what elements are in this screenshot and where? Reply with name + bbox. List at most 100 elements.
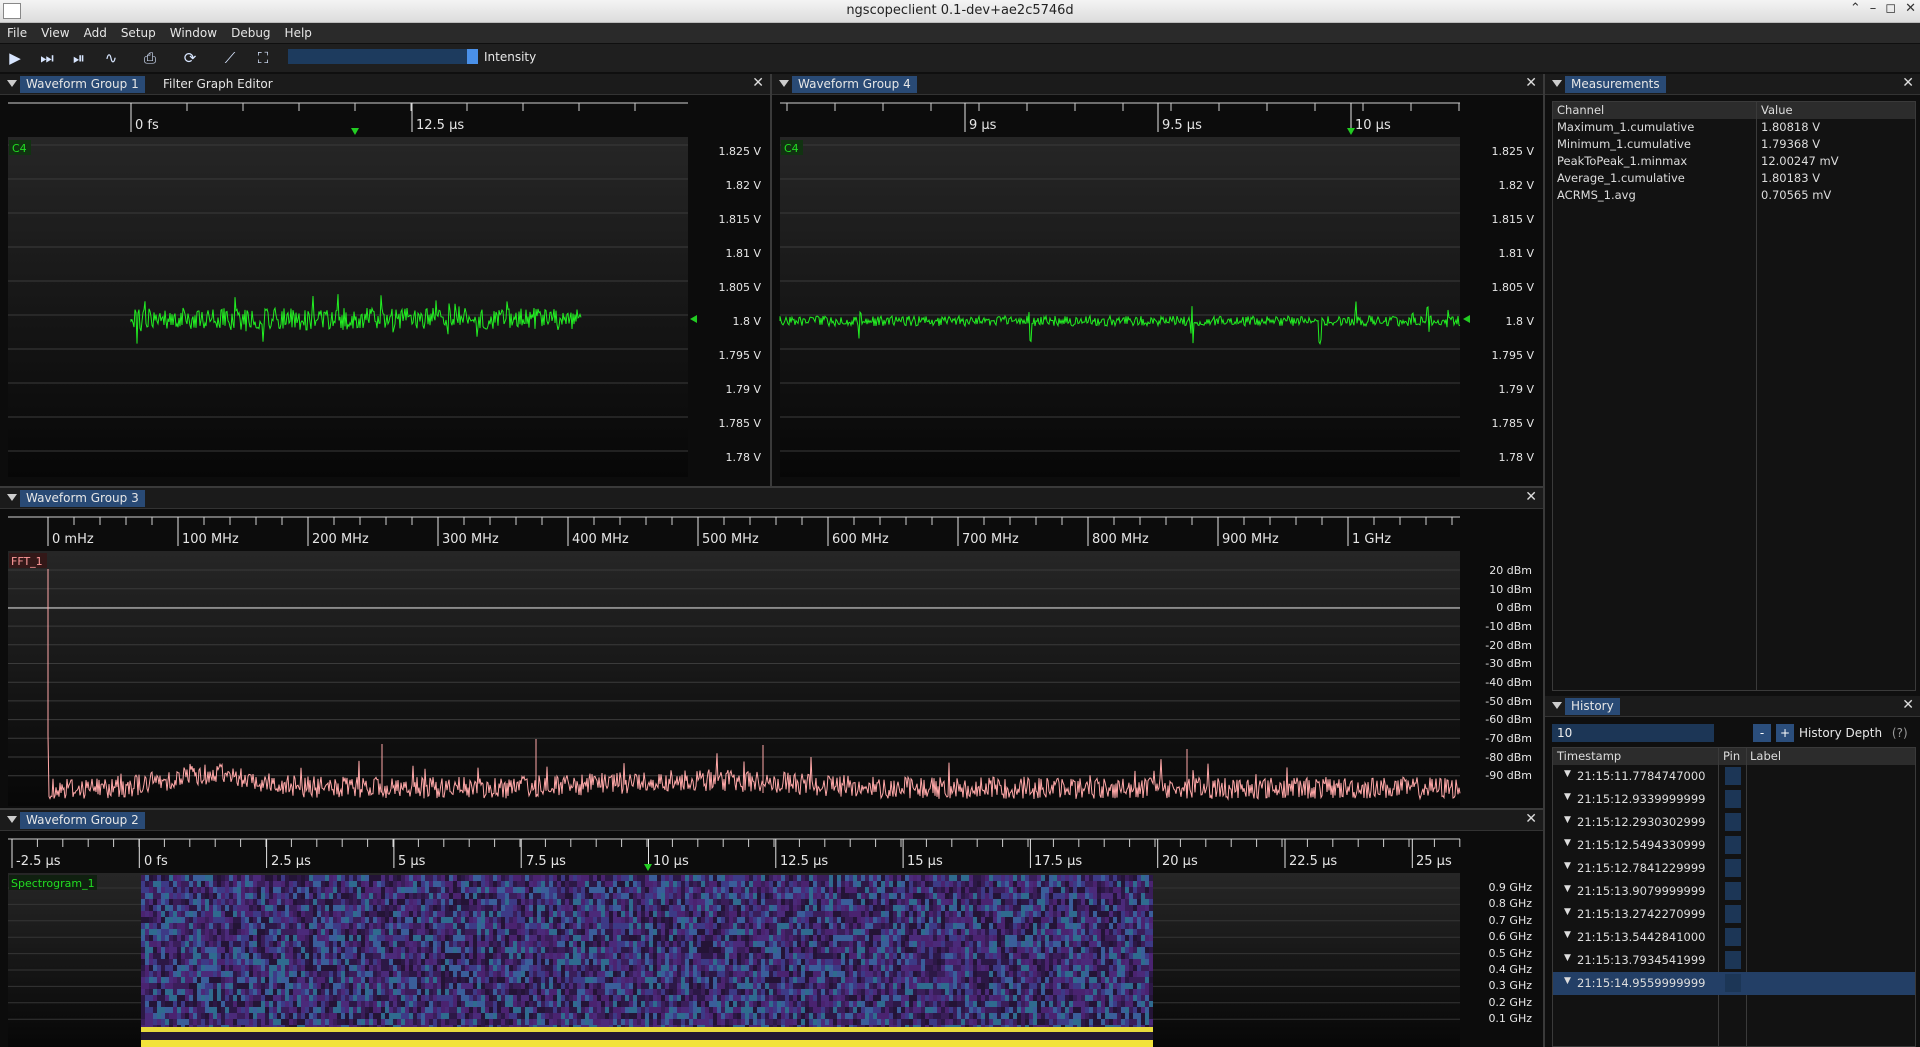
offset-marker-icon[interactable] [1463, 315, 1470, 323]
table-row[interactable]: ACRMS_1.avg 0.70565 mV [1553, 187, 1915, 204]
expand-arrow-icon[interactable]: ▼ [1564, 792, 1571, 802]
collapse-icon[interactable]: ⌃ [1850, 1, 1861, 16]
trigger-marker-icon[interactable] [644, 864, 652, 871]
menu-debug[interactable]: Debug [224, 23, 277, 43]
history-depth-input[interactable]: 10 [1552, 724, 1714, 742]
help-icon[interactable]: (?) [1892, 726, 1908, 740]
menu-add[interactable]: Add [77, 23, 114, 43]
expand-arrow-icon[interactable]: ▼ [1564, 953, 1571, 963]
history-depth-decrement-button[interactable]: - [1753, 724, 1771, 742]
collapse-triangle-icon[interactable] [7, 494, 17, 501]
tab-waveform-group-3[interactable]: Waveform Group 3 [20, 490, 145, 507]
close-icon[interactable]: ✕ [1525, 811, 1537, 827]
tab-filter-graph-editor[interactable]: Filter Graph Editor [157, 76, 279, 93]
menu-view[interactable]: View [34, 23, 76, 43]
column-header-value[interactable]: Value [1761, 102, 1793, 119]
collapse-triangle-icon[interactable] [1552, 80, 1562, 87]
channel-label-c4[interactable]: C4 [12, 142, 27, 155]
column-header-channel[interactable]: Channel [1557, 102, 1604, 119]
offset-marker-icon[interactable] [690, 315, 697, 323]
collapse-triangle-icon[interactable] [7, 80, 17, 87]
channel-label-fft[interactable]: FFT_1 [11, 555, 43, 568]
menu-file[interactable]: File [0, 23, 34, 43]
fft-plot[interactable]: 0 mHz 100 MHz 200 MHz 300 MHz 400 MHz 50… [0, 509, 1543, 808]
pin-checkbox[interactable] [1725, 790, 1741, 808]
history-row[interactable]: ▼ 21:15:13.2742270999 [1553, 903, 1915, 926]
history-row[interactable]: ▼ 21:15:12.5494330999 [1553, 834, 1915, 857]
pin-checkbox[interactable] [1725, 928, 1741, 946]
table-row[interactable]: PeakToPeak_1.minmax 12.00247 mV [1553, 153, 1915, 170]
channel-label-c4[interactable]: C4 [784, 142, 799, 155]
close-icon[interactable]: ✕ [1902, 75, 1914, 91]
close-icon[interactable]: ✕ [1525, 489, 1537, 505]
menu-window[interactable]: Window [163, 23, 224, 43]
expand-arrow-icon[interactable]: ▼ [1564, 815, 1571, 825]
history-row-selected[interactable]: ▼ 21:15:14.9559999999 [1553, 972, 1915, 995]
menu-setup[interactable]: Setup [114, 23, 163, 43]
history-depth-increment-button[interactable]: + [1776, 724, 1794, 742]
pin-checkbox[interactable] [1725, 905, 1741, 923]
refresh-icon[interactable]: ⟳ [180, 48, 200, 68]
history-row[interactable]: ▼ 21:15:12.2930302999 [1553, 811, 1915, 834]
channel-label-spectrogram[interactable]: Spectrogram_1 [11, 877, 95, 890]
close-icon[interactable]: ✕ [752, 75, 764, 91]
pin-checkbox[interactable] [1725, 951, 1741, 969]
play-single-icon[interactable]: ⏯ [69, 48, 89, 68]
plot-area[interactable] [8, 551, 1460, 806]
pin-checkbox[interactable] [1725, 836, 1741, 854]
instrument-icon[interactable]: ⎙ [140, 48, 160, 68]
history-row[interactable]: ▼ 21:15:12.7841229999 [1553, 857, 1915, 880]
fullscreen-icon[interactable]: ⛶ [253, 48, 273, 68]
minimize-icon[interactable]: – [1870, 1, 1877, 16]
maximize-icon[interactable]: ◻ [1885, 1, 1896, 16]
history-row[interactable]: ▼ 21:15:13.9079999999 [1553, 880, 1915, 903]
table-row[interactable]: Minimum_1.cumulative 1.79368 V [1553, 136, 1915, 153]
intensity-knob[interactable] [467, 49, 478, 64]
spectrogram-plot[interactable]: -2.5 µs 0 fs 2.5 µs 5 µs 7.5 µs 10 µs 12… [0, 831, 1543, 1047]
table-row[interactable]: Average_1.cumulative 1.80183 V [1553, 170, 1915, 187]
plot-area[interactable] [8, 137, 688, 477]
column-header-timestamp[interactable]: Timestamp [1557, 748, 1621, 765]
pin-checkbox[interactable] [1725, 882, 1741, 900]
chart-icon[interactable]: ⟋ [220, 48, 240, 68]
expand-arrow-icon[interactable]: ▼ [1564, 930, 1571, 940]
tab-waveform-group-1[interactable]: Waveform Group 1 [20, 76, 145, 93]
menu-help[interactable]: Help [278, 23, 319, 43]
plot-area[interactable] [780, 137, 1460, 477]
history-row[interactable]: ▼ 21:15:13.5442841000 [1553, 926, 1915, 949]
collapse-triangle-icon[interactable] [779, 80, 789, 87]
waveform-icon[interactable]: ∿ [101, 48, 121, 68]
close-icon[interactable]: ✕ [1525, 75, 1537, 91]
column-header-pin[interactable]: Pin [1723, 748, 1740, 765]
tab-measurements[interactable]: Measurements [1565, 76, 1666, 93]
tab-history[interactable]: History [1565, 698, 1620, 715]
tab-waveform-group-4[interactable]: Waveform Group 4 [792, 76, 917, 93]
collapse-triangle-icon[interactable] [7, 816, 17, 823]
close-icon[interactable]: ✕ [1905, 1, 1916, 16]
history-row[interactable]: ▼ 21:15:13.7934541999 [1553, 949, 1915, 972]
close-icon[interactable]: ✕ [1902, 697, 1914, 713]
pin-checkbox[interactable] [1725, 813, 1741, 831]
play-icon[interactable]: ▶ [5, 48, 25, 68]
expand-arrow-icon[interactable]: ▼ [1564, 884, 1571, 894]
collapse-triangle-icon[interactable] [1552, 702, 1562, 709]
expand-arrow-icon[interactable]: ▼ [1564, 838, 1571, 848]
column-header-label[interactable]: Label [1750, 748, 1781, 765]
expand-arrow-icon[interactable]: ▼ [1564, 976, 1571, 986]
expand-arrow-icon[interactable]: ▼ [1564, 769, 1571, 779]
pin-checkbox[interactable] [1725, 767, 1741, 785]
trigger-marker-icon[interactable] [351, 128, 359, 135]
history-row[interactable]: ▼ 21:15:12.9339999999 [1553, 788, 1915, 811]
table-row[interactable]: Maximum_1.cumulative 1.80818 V [1553, 119, 1915, 136]
waveform-group-1-plot[interactable]: 0 fs 12.5 µs C4 1.825 V 1.82 V 1.815 V 1… [0, 95, 770, 486]
expand-arrow-icon[interactable]: ▼ [1564, 861, 1571, 871]
tab-waveform-group-2[interactable]: Waveform Group 2 [20, 812, 145, 829]
pin-checkbox[interactable] [1725, 859, 1741, 877]
waveform-group-4-plot[interactable]: 9 µs 9.5 µs 10 µs C4 1.825 V 1.82 V 1.81… [772, 95, 1543, 486]
trigger-marker-icon[interactable] [1347, 128, 1355, 135]
pin-checkbox[interactable] [1725, 974, 1741, 992]
play-step-icon[interactable]: ⏭ [37, 48, 57, 68]
expand-arrow-icon[interactable]: ▼ [1564, 907, 1571, 917]
intensity-slider[interactable] [288, 49, 478, 64]
history-row[interactable]: ▼ 21:15:11.7784747000 [1553, 765, 1915, 788]
